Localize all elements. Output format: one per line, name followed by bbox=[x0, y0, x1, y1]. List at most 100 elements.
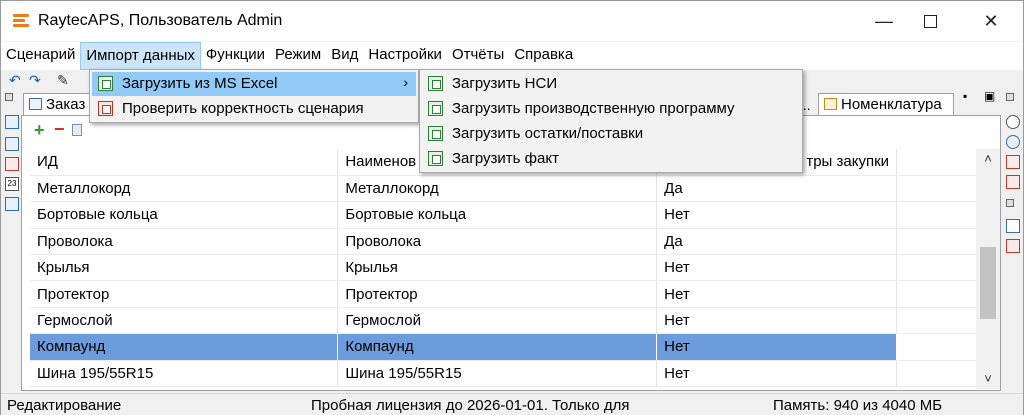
cell-id[interactable]: Шина 195/55R15 bbox=[30, 360, 339, 388]
redo-icon[interactable]: ↷ bbox=[29, 72, 45, 88]
cell-purchase[interactable]: Нет bbox=[656, 360, 898, 388]
cell-empty[interactable] bbox=[896, 280, 980, 308]
table-row[interactable]: Крылья Крылья Нет bbox=[30, 254, 980, 282]
menu-item-load-production-program[interactable]: Загрузить производственную программу bbox=[422, 97, 800, 121]
cell-name[interactable]: Крылья bbox=[337, 254, 658, 282]
cell-purchase[interactable]: Нет bbox=[656, 333, 898, 361]
column-header[interactable]: ИД bbox=[30, 149, 339, 176]
sliders-icon[interactable] bbox=[1006, 219, 1020, 233]
menu-reports[interactable]: Отчёты bbox=[447, 42, 509, 70]
menu-item-check-scenario[interactable]: Проверить корректность сценария bbox=[92, 97, 416, 121]
cell-id[interactable]: Бортовые кольца bbox=[30, 201, 339, 229]
cell-name[interactable]: Компаунд bbox=[337, 333, 658, 361]
menu-import-data[interactable]: Импорт данных bbox=[80, 42, 201, 70]
tab-nomenclature[interactable]: Номенклатура bbox=[818, 93, 954, 115]
add-icon[interactable]: + bbox=[34, 120, 45, 141]
cell-empty[interactable] bbox=[896, 228, 980, 256]
table-row[interactable]: Проволока Проволока Да bbox=[30, 228, 980, 256]
edit-icon[interactable]: ✎ bbox=[57, 72, 73, 88]
cell-name[interactable]: Шина 195/55R15 bbox=[337, 360, 658, 388]
list-icon[interactable] bbox=[5, 197, 19, 211]
table-row[interactable]: Протектор Протектор Нет bbox=[30, 280, 980, 308]
table-icon bbox=[29, 98, 42, 110]
gears-icon[interactable] bbox=[1006, 135, 1020, 149]
excel-icon bbox=[428, 76, 443, 91]
excel-icon bbox=[428, 101, 443, 116]
column-header[interactable] bbox=[896, 149, 980, 176]
cell-id[interactable]: Протектор bbox=[30, 280, 339, 308]
cell-id[interactable]: Металлокорд bbox=[30, 175, 339, 203]
cell-name[interactable]: Проволока bbox=[337, 228, 658, 256]
cell-empty[interactable] bbox=[896, 333, 980, 361]
status-license: Пробная лицензия до 2026-01-01. Только д… bbox=[311, 397, 630, 414]
menu-item-load-stock-supply[interactable]: Загрузить остатки/поставки bbox=[422, 122, 800, 146]
tree-icon[interactable] bbox=[5, 115, 19, 129]
copy-icon[interactable] bbox=[72, 124, 82, 136]
cell-id[interactable]: Компаунд bbox=[30, 333, 339, 361]
cell-name[interactable]: Бортовые кольца bbox=[337, 201, 658, 229]
excel-icon bbox=[428, 151, 443, 166]
table-row-selected[interactable]: Компаунд Компаунд Нет bbox=[30, 333, 980, 361]
cell-id[interactable]: Крылья bbox=[30, 254, 339, 282]
cell-purchase[interactable]: Да bbox=[656, 175, 898, 203]
excel-submenu: Загрузить НСИ Загрузить производственную… bbox=[419, 69, 803, 173]
cell-empty[interactable] bbox=[896, 175, 980, 203]
scroll-down-icon[interactable]: ˅ bbox=[981, 371, 995, 386]
pin-icon[interactable] bbox=[1006, 93, 1014, 101]
table-row[interactable]: Гермослой Гермослой Нет bbox=[30, 307, 980, 335]
minimize-button[interactable]: — bbox=[861, 1, 907, 41]
tab-restore-icon[interactable]: ▣ bbox=[984, 89, 995, 103]
cell-name[interactable]: Протектор bbox=[337, 280, 658, 308]
menu-item-load-excel[interactable]: Загрузить из MS Excel › bbox=[92, 72, 416, 96]
left-tool-strip: 23 bbox=[3, 91, 23, 391]
maximize-button[interactable] bbox=[907, 1, 953, 41]
calendar-23-icon[interactable]: 23 bbox=[5, 177, 19, 191]
pin-icon[interactable] bbox=[5, 93, 13, 101]
cell-purchase[interactable]: Нет bbox=[656, 201, 898, 229]
warning-calendar-icon[interactable] bbox=[1006, 175, 1020, 189]
close-button[interactable]: ✕ bbox=[968, 1, 1014, 41]
cell-purchase[interactable]: Да bbox=[656, 228, 898, 256]
table-row[interactable]: Шина 195/55R15 Шина 195/55R15 Нет bbox=[30, 360, 980, 388]
cell-purchase[interactable]: Нет bbox=[656, 307, 898, 335]
tab-orders-label: Заказ bbox=[46, 96, 86, 113]
table-row[interactable]: Металлокорд Металлокорд Да bbox=[30, 175, 980, 203]
menu-help[interactable]: Справка bbox=[509, 42, 578, 70]
menu-bar: Сценарий Импорт данных Функции Режим Вид… bbox=[1, 42, 1023, 70]
cell-empty[interactable] bbox=[896, 360, 980, 388]
menu-settings[interactable]: Настройки bbox=[363, 42, 447, 70]
menu-scenario[interactable]: Сценарий bbox=[1, 42, 80, 70]
cell-name[interactable]: Металлокорд bbox=[337, 175, 658, 203]
cell-id[interactable]: Гермослой bbox=[30, 307, 339, 335]
window-title: RaytecAPS, Пользователь Admin bbox=[38, 12, 283, 29]
undo-icon[interactable]: ↶ bbox=[9, 72, 25, 88]
cell-empty[interactable] bbox=[896, 254, 980, 282]
menu-item-label: Загрузить остатки/поставки bbox=[452, 125, 644, 142]
gear-icon[interactable] bbox=[1006, 115, 1020, 129]
scroll-up-icon[interactable]: ˄ bbox=[981, 151, 995, 166]
calendar-icon[interactable] bbox=[1006, 155, 1020, 169]
menu-item-label: Загрузить НСИ bbox=[452, 75, 558, 92]
table-row[interactable]: Бортовые кольца Бортовые кольца Нет bbox=[30, 201, 980, 229]
cell-id[interactable]: Проволока bbox=[30, 228, 339, 256]
tab-orders[interactable]: Заказ bbox=[23, 93, 93, 115]
cell-empty[interactable] bbox=[896, 307, 980, 335]
menu-item-load-nsi[interactable]: Загрузить НСИ bbox=[422, 72, 800, 96]
scrollbar-thumb[interactable] bbox=[980, 247, 996, 319]
cell-purchase[interactable]: Нет bbox=[656, 254, 898, 282]
vertical-scrollbar[interactable]: ˄ ˅ bbox=[976, 149, 1000, 389]
report-icon[interactable] bbox=[1006, 239, 1020, 253]
grid-icon[interactable] bbox=[5, 137, 19, 151]
tab-pin-icon[interactable]: ▪ bbox=[963, 89, 967, 103]
cell-name[interactable]: Гермослой bbox=[337, 307, 658, 335]
pin-icon[interactable] bbox=[1006, 199, 1014, 207]
status-mode: Редактирование bbox=[7, 397, 122, 414]
cell-purchase[interactable]: Нет bbox=[656, 280, 898, 308]
menu-mode[interactable]: Режим bbox=[270, 42, 326, 70]
cell-empty[interactable] bbox=[896, 201, 980, 229]
remove-icon[interactable]: − bbox=[54, 119, 65, 140]
menu-view[interactable]: Вид bbox=[326, 42, 363, 70]
menu-functions[interactable]: Функции bbox=[201, 42, 270, 70]
menu-item-load-fact[interactable]: Загрузить факт bbox=[422, 147, 800, 171]
calendar-icon[interactable] bbox=[5, 157, 19, 171]
